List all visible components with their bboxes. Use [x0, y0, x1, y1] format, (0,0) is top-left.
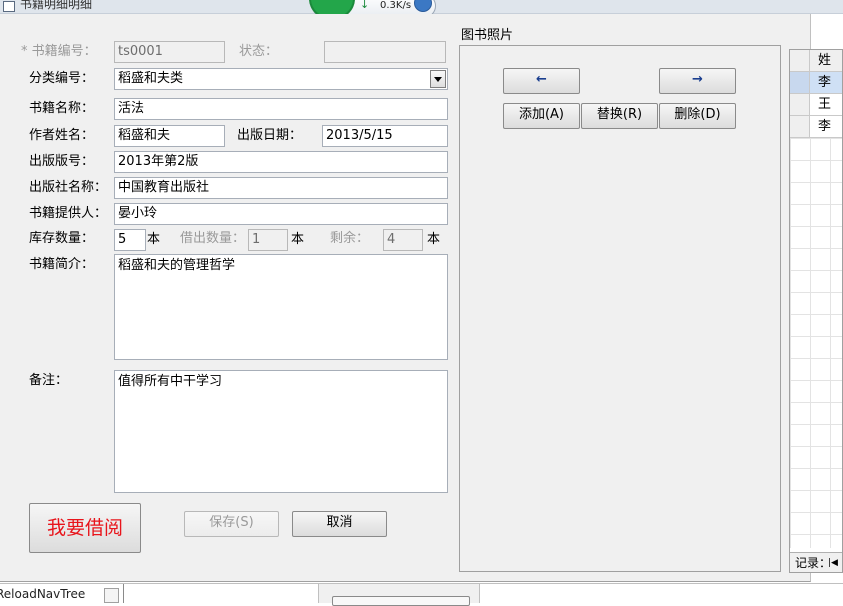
- remaining-label: 剩余：: [330, 231, 370, 246]
- author-label: 作者姓名：: [29, 128, 95, 143]
- background-button: [332, 596, 470, 606]
- status-label: 状态：: [239, 44, 279, 59]
- book-name-label: 书籍名称：: [29, 101, 95, 116]
- column-header[interactable]: 姓: [810, 50, 842, 72]
- notes-label: 备注：: [29, 373, 69, 388]
- notes-textarea[interactable]: 值得所有中干学习: [114, 370, 448, 493]
- book-no-field: ts0001: [114, 41, 225, 63]
- records-label: 记录：: [795, 556, 832, 570]
- stock-field[interactable]: 5: [114, 229, 146, 251]
- publisher-label: 出版社名称：: [29, 180, 108, 195]
- photo-section-title: 图书照片: [461, 28, 514, 43]
- download-arrow-icon: ↓: [360, 0, 370, 11]
- borrow-button[interactable]: 我要借阅: [29, 503, 141, 553]
- datasheet-grid-lines: [790, 138, 842, 548]
- edition-label: 出版版号：: [29, 154, 95, 169]
- chevron-down-icon: [434, 77, 442, 82]
- book-no-label: * 书籍编号：: [21, 44, 97, 59]
- table-row[interactable]: 李: [810, 116, 842, 138]
- lent-label: 借出数量：: [180, 231, 246, 246]
- add-photo-button[interactable]: 添加(A): [503, 103, 580, 129]
- stock-label: 库存数量：: [29, 231, 95, 246]
- next-photo-button[interactable]: →: [659, 68, 736, 94]
- window-icon: [3, 1, 15, 12]
- background-scroll-box: [104, 588, 119, 603]
- save-button[interactable]: 保存(S): [184, 511, 279, 537]
- category-label: 分类编号：: [29, 71, 95, 86]
- cancel-button[interactable]: 取消: [292, 511, 387, 537]
- lent-field: 1: [248, 229, 288, 251]
- book-name-field[interactable]: 活法: [114, 98, 448, 120]
- summary-label: 书籍简介：: [29, 257, 95, 272]
- provider-field[interactable]: 晏小玲: [114, 203, 448, 225]
- pub-date-field[interactable]: 2013/5/15: [322, 125, 448, 147]
- delete-photo-button[interactable]: 删除(D): [659, 103, 736, 129]
- arrow-left-icon: ←: [536, 72, 547, 87]
- table-row[interactable]: 李: [810, 72, 842, 94]
- prev-photo-button[interactable]: ←: [503, 68, 580, 94]
- row-selector[interactable]: [790, 116, 810, 138]
- category-value: 稻盛和夫类: [118, 71, 184, 86]
- pub-date-label: 出版日期：: [237, 128, 303, 143]
- status-field: [324, 41, 446, 63]
- window-title: 书籍明细明细: [20, 0, 93, 11]
- remaining-unit: 本: [427, 232, 441, 247]
- network-speed: 0.3K/s: [380, 0, 412, 11]
- author-field[interactable]: 稻盛和夫: [114, 125, 225, 147]
- first-record-icon[interactable]: |◀: [828, 555, 838, 571]
- select-all-corner[interactable]: [790, 50, 810, 72]
- row-selector[interactable]: [790, 72, 810, 94]
- table-row[interactable]: 王: [810, 94, 842, 116]
- provider-label: 书籍提供人：: [29, 206, 108, 221]
- edition-field[interactable]: 2013年第2版: [114, 151, 448, 173]
- remaining-field: 4: [383, 229, 423, 251]
- category-select[interactable]: 稻盛和夫类: [114, 68, 448, 90]
- datasheet: 姓 李 王 李 记录： |◀: [789, 49, 843, 573]
- stock-unit: 本: [147, 232, 161, 247]
- replace-photo-button[interactable]: 替换(R): [581, 103, 658, 129]
- row-selector[interactable]: [790, 94, 810, 116]
- publisher-field[interactable]: 中国教育出版社: [114, 177, 448, 199]
- background-divider: [123, 584, 124, 603]
- lent-unit: 本: [291, 232, 305, 247]
- background-nav-text: ReloadNavTree: [0, 587, 86, 601]
- summary-textarea[interactable]: 稻盛和夫的管理哲学: [114, 254, 448, 360]
- arrow-right-icon: →: [692, 72, 703, 87]
